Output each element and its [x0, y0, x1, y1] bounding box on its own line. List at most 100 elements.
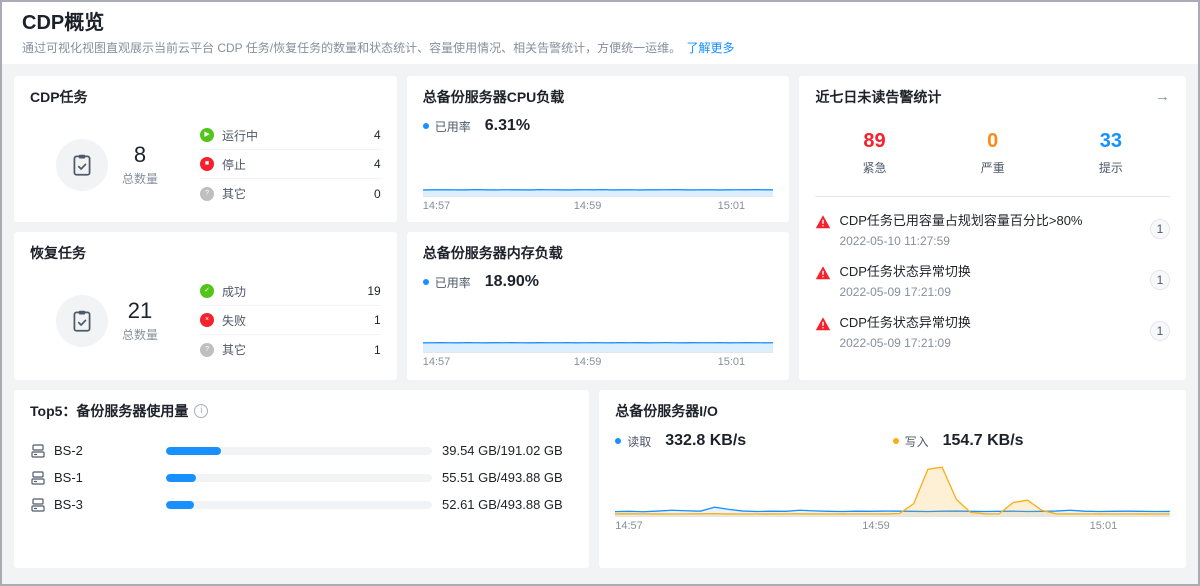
io-chart: [615, 461, 1170, 517]
x-tick: 14:59: [574, 200, 602, 212]
cpu-legend: 已用率 6.31%: [423, 115, 774, 137]
divider: [815, 196, 1170, 197]
alert-count-badge: 1: [1150, 321, 1170, 341]
alert-count-badge: 1: [1150, 270, 1170, 290]
io-title: 总备份服务器I/O: [615, 403, 1170, 419]
x-tick: 14:59: [574, 356, 602, 368]
x-tick: 14:57: [615, 520, 643, 532]
alert-stat-info: 33 提示: [1052, 129, 1170, 176]
server-icon: [30, 497, 46, 513]
running-status-icon: ▶: [200, 128, 214, 142]
top5-rows: BS-2 39.54 GB/191.02 GB BS-1: [30, 437, 573, 518]
alerts-card-head: 近七日未读告警统计 →: [815, 89, 1170, 105]
bottom-grid: Top5：备份服务器使用量 i BS-2 39.54 GB/191.02 GB: [14, 390, 1186, 568]
status-label: 运行中: [222, 127, 374, 144]
server-usage-row: BS-3 52.61 GB/493.88 GB: [30, 491, 573, 518]
usage-bar-fill: [166, 501, 194, 509]
failed-status-icon: ×: [200, 313, 214, 327]
status-label: 失败: [222, 312, 374, 329]
page-subtitle-text: 通过可视化视图直观展示当前云平台 CDP 任务/恢复任务的数量和状态统计、容量使…: [22, 41, 681, 55]
alerts-title: 近七日未读告警统计: [815, 89, 941, 105]
top5-title: Top5：备份服务器使用量: [30, 403, 188, 419]
recovery-status-row-other: ? 其它 1: [200, 335, 381, 364]
alert-texts: CDP任务已用容量占规划容量百分比>80% 2022-05-10 11:27:5…: [839, 213, 1150, 248]
alert-stat-critical: 89 紧急: [815, 129, 933, 176]
warning-icon: [815, 214, 831, 235]
usage-bar-track: [166, 501, 432, 509]
cdp-total-label: 总数量: [122, 170, 158, 187]
usage-bar-fill: [166, 447, 221, 455]
alert-time: 2022-05-09 17:21:09: [839, 336, 1150, 350]
cdp-status-row-other: ? 其它 0: [200, 179, 381, 208]
memory-load-title: 总备份服务器内存负载: [423, 245, 774, 261]
clipboard-task-icon: [56, 295, 108, 347]
severe-count: 0: [934, 129, 1052, 153]
alert-item[interactable]: CDP任务已用容量占规划容量百分比>80% 2022-05-10 11:27:5…: [815, 205, 1170, 256]
cdp-status-row-stopped: ■ 停止 4: [200, 150, 381, 179]
cdp-total-count: 8: [122, 142, 158, 168]
memory-load-chart: [423, 303, 774, 353]
status-label: 停止: [222, 156, 374, 173]
cdp-tasks-summary: 8 总数量: [56, 139, 158, 191]
x-tick: 15:01: [1090, 520, 1118, 532]
server-usage-row: BS-1 55.51 GB/493.88 GB: [30, 464, 573, 491]
alert-item[interactable]: CDP任务状态异常切换 2022-05-09 17:21:09 1: [815, 307, 1170, 358]
arrow-right-icon[interactable]: →: [1155, 89, 1170, 105]
page-subtitle: 通过可视化视图直观展示当前云平台 CDP 任务/恢复任务的数量和状态统计、容量使…: [22, 40, 1178, 56]
top5-usage-card: Top5：备份服务器使用量 i BS-2 39.54 GB/191.02 GB: [14, 390, 589, 568]
alert-stats: 89 紧急 0 严重 33 提示: [815, 129, 1170, 176]
memory-usage-value: 18.90%: [485, 273, 539, 291]
alert-item[interactable]: CDP任务状态异常切换 2022-05-09 17:21:09 1: [815, 256, 1170, 307]
io-card: 总备份服务器I/O 读取 332.8 KB/s 写入 154.7 KB/s 14…: [599, 390, 1186, 568]
page-header: CDP概览 通过可视化视图直观展示当前云平台 CDP 任务/恢复任务的数量和状态…: [2, 2, 1198, 64]
server-icon: [30, 443, 46, 459]
server-name-label: BS-3: [54, 497, 83, 512]
critical-count: 89: [815, 129, 933, 153]
io-legend: 读取 332.8 KB/s 写入 154.7 KB/s: [615, 429, 1170, 453]
alerts-card: 近七日未读告警统计 → 89 紧急 0 严重 33 提示: [799, 76, 1186, 380]
usage-legend-label: 已用率: [435, 274, 471, 291]
write-value: 154.7 KB/s: [943, 432, 1024, 450]
status-label: 其它: [222, 185, 374, 202]
alert-stat-severe: 0 严重: [934, 129, 1052, 176]
x-tick: 14:57: [423, 200, 451, 212]
recovery-total: 21 总数量: [122, 298, 158, 343]
cpu-chart-ticks: 14:57 14:59 15:01: [423, 200, 774, 215]
alert-title: CDP任务状态异常切换: [839, 315, 1150, 331]
stopped-status-icon: ■: [200, 157, 214, 171]
x-tick: 14:59: [862, 520, 890, 532]
learn-more-link[interactable]: 了解更多: [686, 41, 734, 55]
x-tick: 15:01: [718, 356, 746, 368]
recovery-tasks-body: 21 总数量 ✓ 成功 19 × 失败 1: [30, 277, 381, 364]
status-value: 19: [367, 284, 380, 298]
recovery-status-row-failed: × 失败 1: [200, 306, 381, 335]
usage-bar-track: [166, 447, 432, 455]
status-value: 4: [374, 128, 381, 142]
usage-bar-track: [166, 474, 432, 482]
success-status-icon: ✓: [200, 284, 214, 298]
usage-legend-dot: [423, 123, 429, 129]
info-icon[interactable]: i: [194, 404, 208, 418]
alert-list: CDP任务已用容量占规划容量百分比>80% 2022-05-10 11:27:5…: [815, 205, 1170, 358]
warning-icon: [815, 316, 831, 337]
status-value: 1: [374, 313, 381, 327]
memory-load-card: 总备份服务器内存负载 已用率 18.90% 14:57 14:59 15:01: [407, 232, 790, 380]
cpu-usage-value: 6.31%: [485, 117, 530, 135]
usage-bar-fill: [166, 474, 196, 482]
clipboard-task-icon: [56, 139, 108, 191]
server-name: BS-1: [30, 470, 166, 486]
alert-count-badge: 1: [1150, 219, 1170, 239]
recovery-total-count: 21: [122, 298, 158, 324]
status-value: 4: [374, 157, 381, 171]
recovery-tasks-summary: 21 总数量: [56, 295, 158, 347]
recovery-tasks-card: 恢复任务 21 总数量: [14, 232, 397, 380]
alert-title: CDP任务已用容量占规划容量百分比>80%: [839, 213, 1150, 229]
severe-label: 严重: [934, 159, 1052, 176]
read-legend-label: 读取: [627, 433, 651, 450]
server-name: BS-3: [30, 497, 166, 513]
cpu-load-chart: [423, 147, 774, 197]
memory-chart-ticks: 14:57 14:59 15:01: [423, 356, 774, 371]
memory-legend: 已用率 18.90%: [423, 271, 774, 293]
alert-texts: CDP任务状态异常切换 2022-05-09 17:21:09: [839, 315, 1150, 350]
write-legend: 写入 154.7 KB/s: [893, 432, 1170, 450]
